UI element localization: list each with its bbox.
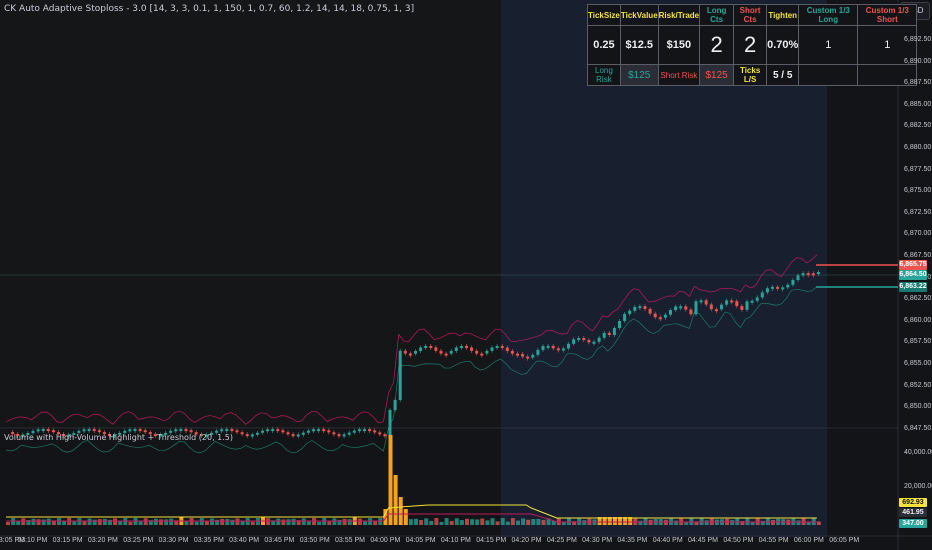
value-long-cts: 2 xyxy=(699,25,735,65)
header-long-cts: Long Cts xyxy=(699,4,735,26)
price-axis-label: 6,875.00 xyxy=(904,187,932,195)
time-axis-label: 04:55 PM xyxy=(758,537,789,544)
time-axis-label: 04:40 PM xyxy=(652,537,683,544)
volume-axis-label: 40,000.00 xyxy=(904,449,932,456)
header-tighten: Tighten xyxy=(766,4,800,26)
price-axis-label: 6,867.50 xyxy=(904,252,932,259)
price-axis-label: 6,862.50 xyxy=(904,295,932,303)
time-axis-label: 04:30 PM xyxy=(582,537,613,544)
time-axis-label: 03:50 PM xyxy=(299,537,330,544)
price-axis-label: 6,882.50 xyxy=(904,122,932,130)
price-axis-label: 6,872.50 xyxy=(904,208,932,216)
price-axis-label: 6,870.00 xyxy=(904,230,932,238)
time-axis-label: 04:15 PM xyxy=(476,537,507,544)
header-short-cts: Short Cts xyxy=(733,4,768,26)
indicator-title[interactable]: CK Auto Adaptive Stoploss - 3.0 [14, 3, … xyxy=(4,4,414,14)
time-axis-label: 03:20 PM xyxy=(87,537,118,544)
volume-indicator-title[interactable]: Volume with High-Volume Highlight + Thre… xyxy=(4,433,233,442)
header-risk-trade: Risk/Trade xyxy=(657,4,701,26)
price-axis-label: 6,850.00 xyxy=(904,403,932,411)
time-axis-label: 03:15 PM xyxy=(52,537,83,544)
volume-axis-label: 20,000.00 xyxy=(904,483,932,490)
short-stop-price-tag: 6,865.75 xyxy=(899,260,927,270)
time-axis-label: 03:10 PM xyxy=(17,537,48,544)
value-tighten: 0.70% xyxy=(766,25,800,65)
volume-average-tag: 461.95 xyxy=(899,508,927,517)
price-axis-label: 6,860.00 xyxy=(904,316,932,324)
time-axis-label: 06:05 PM xyxy=(829,537,860,544)
header-custom-long: Custom 1/3 Long xyxy=(798,4,859,26)
time-axis-label: 04:35 PM xyxy=(617,537,648,544)
price-axis-label: 6,855.00 xyxy=(904,360,932,367)
value-ticksize: 0.25 xyxy=(587,25,621,65)
time-axis-label: 06:00 PM xyxy=(793,537,824,544)
header-tickvalue: TickValue xyxy=(619,4,659,26)
short-risk-label: Short Risk xyxy=(657,64,701,86)
time-axis-label: 04:50 PM xyxy=(723,537,754,544)
last-price-tag: 6,864.50 xyxy=(899,270,927,280)
long-stop-price-tag: 6,863.22 xyxy=(899,282,927,292)
time-axis-label: 04:45 PM xyxy=(688,537,718,544)
volume-threshold-tag: 692.93 xyxy=(899,498,927,507)
value-custom-long: 1 xyxy=(798,25,859,65)
price-axis-label: 6,892.50 xyxy=(904,36,932,43)
time-axis-label: 03:40 PM xyxy=(229,537,260,544)
time-axis-label: 04:05 PM xyxy=(405,537,436,544)
price-axis-label: 6,890.00 xyxy=(904,57,932,65)
time-axis-label: 03:35 PM xyxy=(193,537,224,544)
price-axis-label: 6,847.50 xyxy=(904,424,932,432)
time-axis-label: 04:00 PM xyxy=(370,537,401,544)
time-axis-label: 03:55 PM xyxy=(335,537,365,544)
short-risk-value: $125 xyxy=(699,64,735,86)
time-axis-label: 04:25 PM xyxy=(546,537,577,544)
time-axis-label: 04:10 PM xyxy=(440,537,471,544)
ticks-value: 5 / 5 xyxy=(766,64,800,86)
price-axis-label: 6,885.00 xyxy=(904,100,932,108)
long-risk-value: $125 xyxy=(619,64,659,86)
time-axis-label: 03:25 PM xyxy=(123,537,154,544)
header-custom-short: Custom 1/3 Short xyxy=(857,4,918,26)
price-axis-label: 6,852.50 xyxy=(904,381,932,389)
price-axis-label: 6,887.50 xyxy=(904,79,932,87)
value-risk-trade: $150 xyxy=(657,25,701,65)
long-risk-label: Long Risk xyxy=(587,64,621,86)
header-ticksize: TickSize xyxy=(587,4,621,26)
value-short-cts: 2 xyxy=(733,25,768,65)
time-axis-label: 03:30 PM xyxy=(158,537,189,544)
stoploss-stats-table: TickSize TickValue Risk/Trade Long Cts S… xyxy=(587,4,918,86)
value-tickvalue: $12.5 xyxy=(619,25,659,65)
ticks-label: Ticks L/S xyxy=(733,64,768,86)
price-axis-label: 6,877.50 xyxy=(904,165,932,173)
time-axis-label: 03:45 PM xyxy=(264,537,295,544)
volume-last-tag: 347.00 xyxy=(899,519,927,528)
price-axis-label: 6,880.00 xyxy=(904,144,932,151)
price-axis-label: 6,857.50 xyxy=(904,338,932,346)
time-axis-label: 04:20 PM xyxy=(511,537,542,544)
